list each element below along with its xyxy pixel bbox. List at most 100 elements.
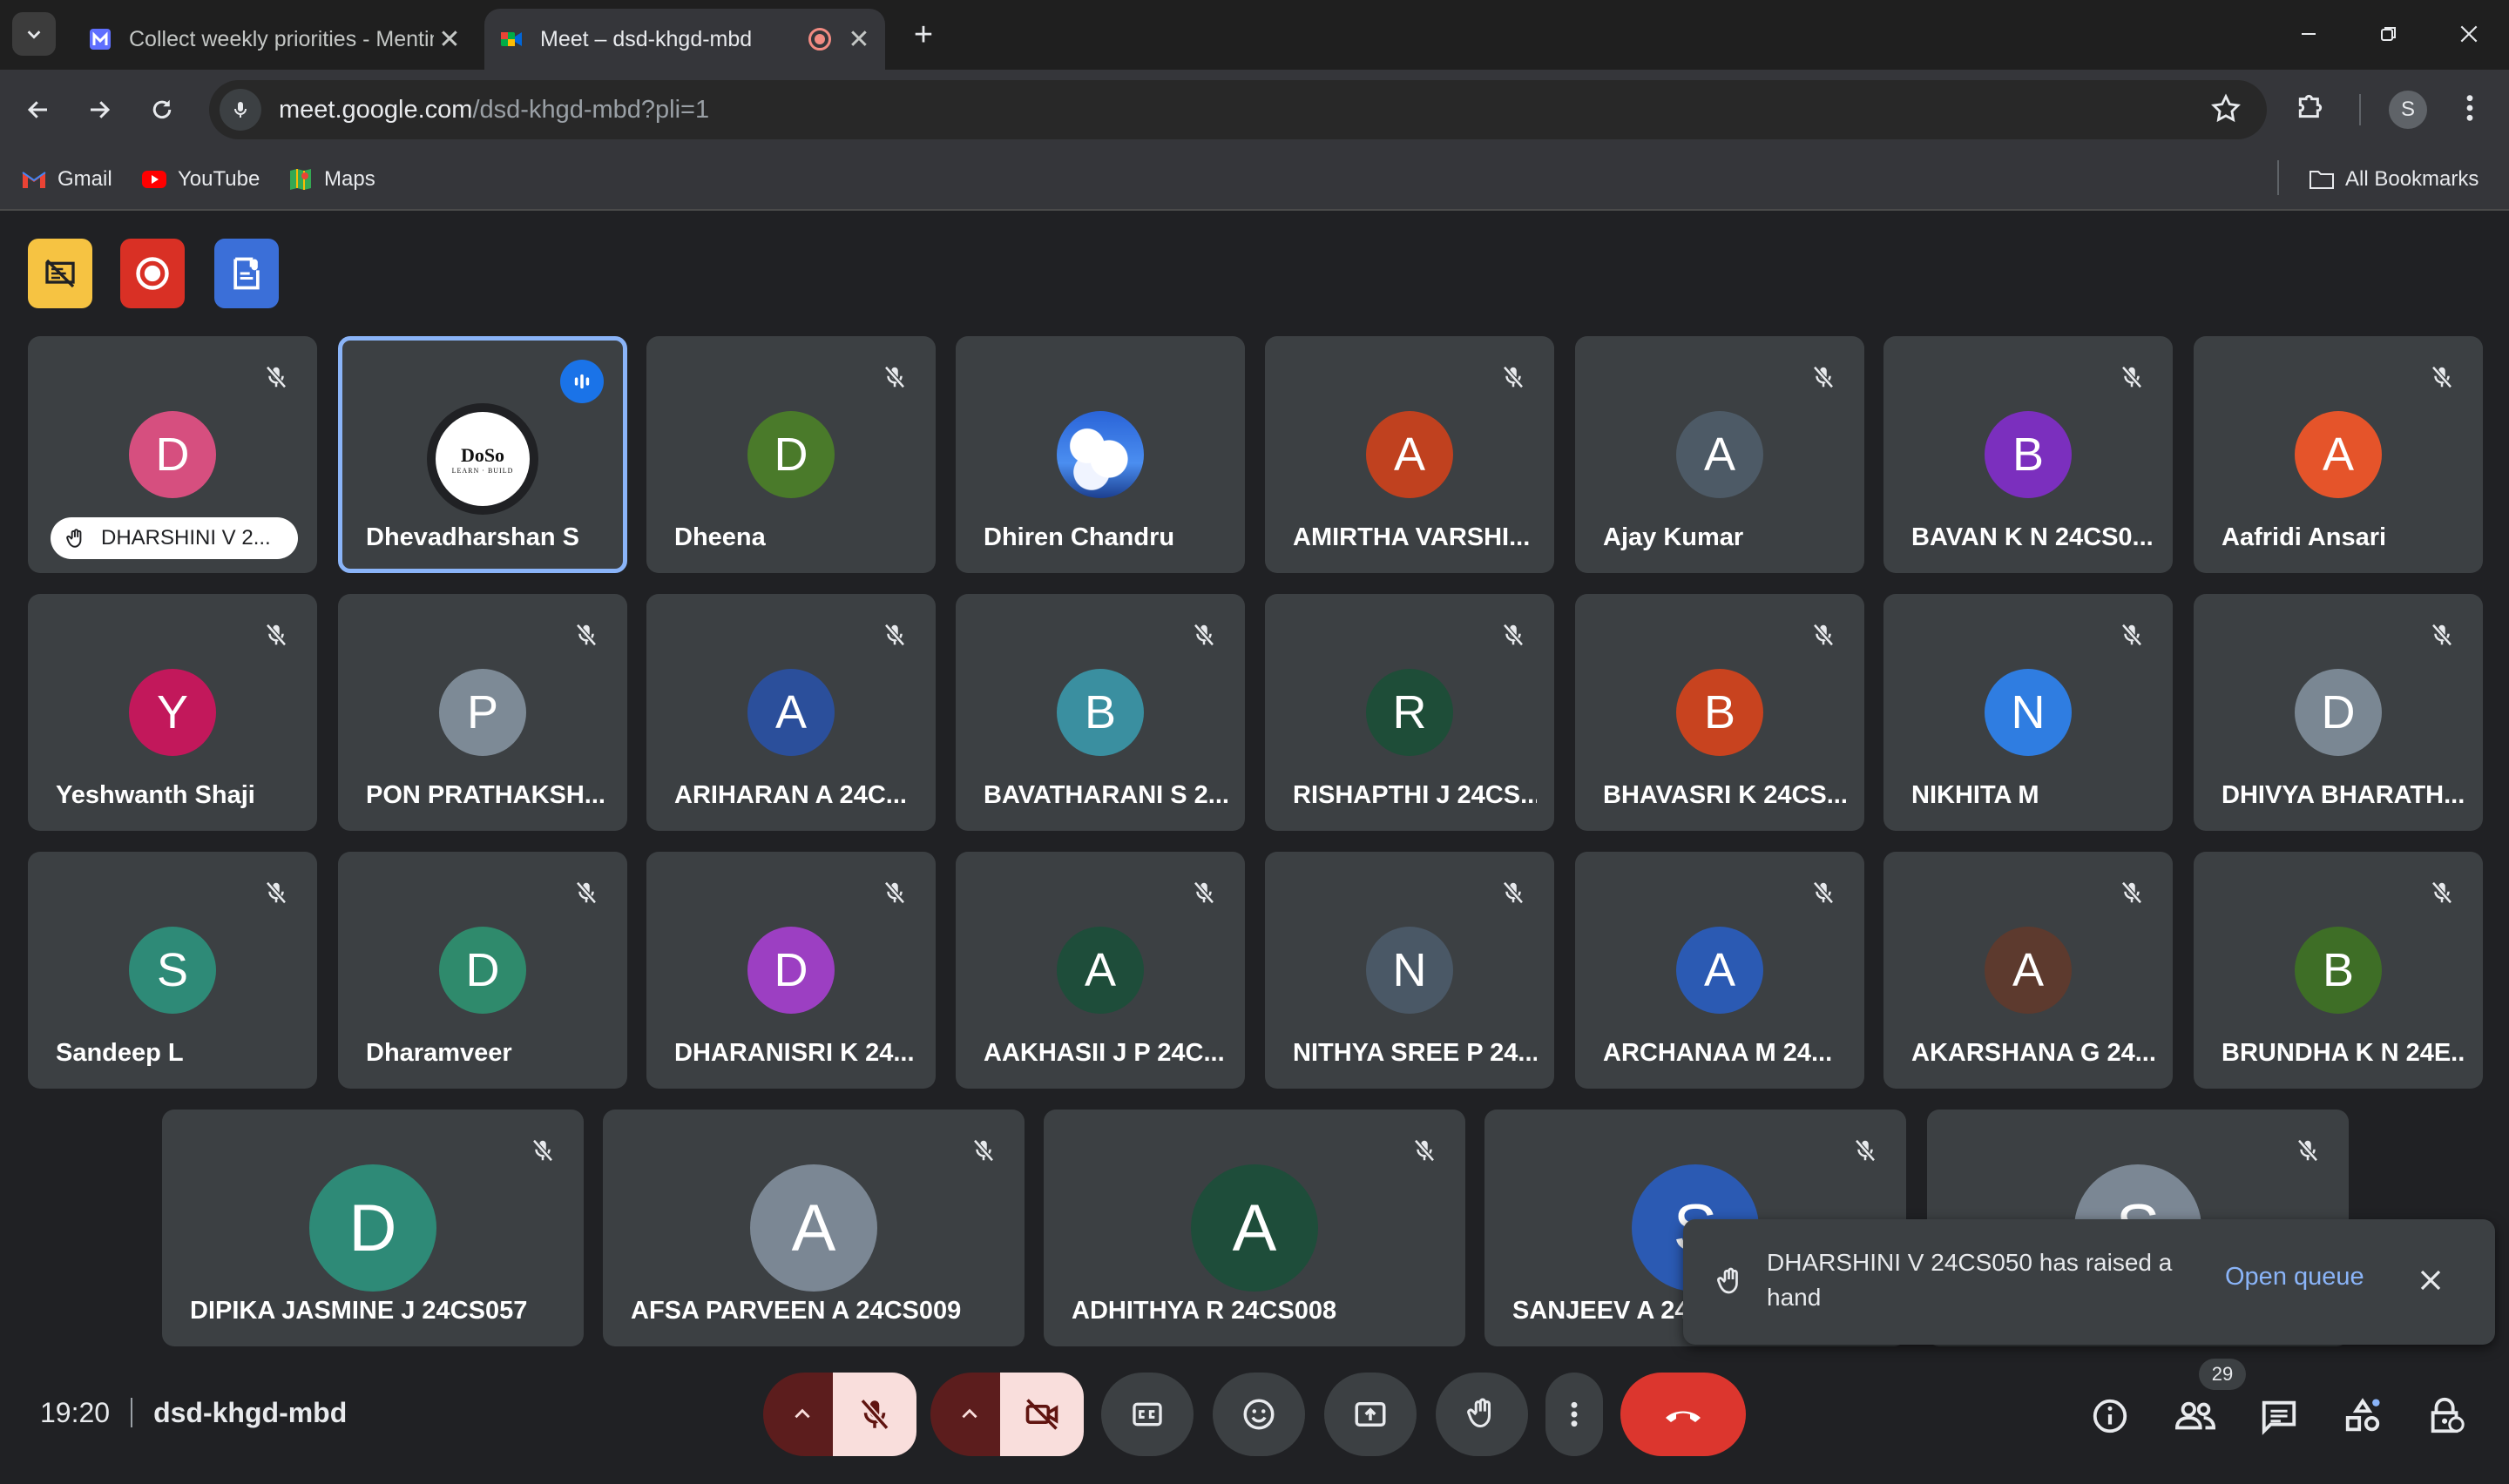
avatar: A bbox=[1985, 927, 2072, 1014]
participant-tile[interactable]: R RISHAPTHI J 24CS... bbox=[1265, 594, 1554, 831]
video-options-button[interactable] bbox=[930, 1373, 1009, 1456]
bookmarks-bar: Gmail YouTube Maps All Bookmarks bbox=[0, 150, 2509, 211]
participant-tile[interactable]: B BHAVASRI K 24CS... bbox=[1575, 594, 1864, 831]
captions-off-indicator[interactable] bbox=[28, 239, 92, 308]
bookmark-gmail[interactable]: Gmail bbox=[21, 162, 112, 197]
bookmark-star-icon[interactable] bbox=[2209, 92, 2242, 130]
participant-name: DHARSHINI V 2... bbox=[101, 526, 271, 550]
microphone-toggle-button[interactable] bbox=[833, 1373, 916, 1456]
browser-toolbar: meet.google.com/dsd-khgd-mbd?pli=1 S bbox=[0, 70, 2509, 150]
extensions-puzzle-icon[interactable] bbox=[2293, 89, 2328, 128]
bookmark-youtube[interactable]: YouTube bbox=[141, 162, 260, 197]
participant-tile[interactable]: D Dharamveer bbox=[338, 852, 627, 1089]
participant-tile[interactable]: N NIKHITA M bbox=[1883, 594, 2173, 831]
forward-button[interactable] bbox=[78, 89, 120, 131]
participant-tile[interactable]: A AKARSHANA G 24... bbox=[1883, 852, 2173, 1089]
minimize-button[interactable] bbox=[2282, 12, 2335, 56]
participant-name: AAKHASII J P 24C... bbox=[984, 1039, 1225, 1067]
reload-button[interactable] bbox=[141, 89, 183, 131]
reactions-button[interactable] bbox=[1213, 1373, 1305, 1456]
participant-tile[interactable]: Dhiren Chandru bbox=[956, 336, 1245, 573]
participant-tile[interactable]: D DHARANISRI K 24... bbox=[646, 852, 936, 1089]
address-bar[interactable]: meet.google.com/dsd-khgd-mbd?pli=1 bbox=[209, 80, 2267, 139]
microphone-icon[interactable] bbox=[220, 89, 261, 131]
chat-button[interactable] bbox=[2253, 1390, 2305, 1442]
profile-avatar[interactable]: S bbox=[2389, 91, 2427, 129]
notification-message: DHARSHINI V 24CS050 has raised a hand bbox=[1767, 1249, 2173, 1311]
close-icon bbox=[2460, 25, 2478, 43]
participant-tile[interactable]: A Aafridi Ansari bbox=[2194, 336, 2483, 573]
dismiss-notification-button[interactable] bbox=[2406, 1256, 2455, 1305]
divider bbox=[131, 1398, 133, 1427]
leave-call-button[interactable] bbox=[1620, 1373, 1746, 1456]
participant-name: DIPIKA JASMINE J 24CS057 bbox=[190, 1297, 528, 1325]
participant-name: AMIRTHA VARSHI... bbox=[1293, 523, 1531, 551]
raise-hand-button[interactable] bbox=[1436, 1373, 1528, 1456]
more-options-button[interactable] bbox=[1545, 1373, 1603, 1456]
participant-tile[interactable]: A ARIHARAN A 24C... bbox=[646, 594, 936, 831]
tab-search-button[interactable] bbox=[12, 12, 56, 56]
participant-name: Aafridi Ansari bbox=[2222, 523, 2387, 551]
new-tab-button[interactable]: + bbox=[906, 17, 941, 53]
recording-indicator[interactable] bbox=[120, 239, 185, 308]
hand-icon bbox=[1714, 1265, 1746, 1304]
participant-tile[interactable]: D DIPIKA JASMINE J 24CS057 bbox=[162, 1110, 584, 1346]
google-meet-icon bbox=[501, 32, 522, 46]
host-controls-button[interactable] bbox=[2420, 1390, 2472, 1442]
participant-tile[interactable]: A AFSA PARVEEN A 24CS009 bbox=[603, 1110, 1025, 1346]
participant-tile[interactable]: Y Yeshwanth Shaji bbox=[28, 594, 317, 831]
close-icon bbox=[2420, 1270, 2441, 1291]
tab-meet[interactable]: Meet – dsd-khgd-mbd ✕ bbox=[484, 9, 885, 70]
camera-toggle-button[interactable] bbox=[1000, 1373, 1084, 1456]
participant-tile[interactable]: D DHIVYA BHARATH... bbox=[2194, 594, 2483, 831]
all-bookmarks-button[interactable]: All Bookmarks bbox=[2309, 162, 2479, 197]
avatar-photo bbox=[1057, 411, 1144, 498]
captions-button[interactable] bbox=[1101, 1373, 1194, 1456]
participant-tile[interactable]: N NITHYA SREE P 24... bbox=[1265, 852, 1554, 1089]
mic-off-icon bbox=[2427, 362, 2457, 392]
hand-icon bbox=[63, 525, 89, 551]
participant-tile[interactable]: B BAVAN K N 24CS0... bbox=[1883, 336, 2173, 573]
people-button[interactable] bbox=[2169, 1390, 2222, 1442]
present-screen-button[interactable] bbox=[1324, 1373, 1417, 1456]
participant-tile[interactable]: A Ajay Kumar bbox=[1575, 336, 1864, 573]
avatar: A bbox=[1676, 411, 1763, 498]
transcript-indicator[interactable] bbox=[214, 239, 279, 308]
mic-off-icon bbox=[2427, 620, 2457, 650]
bookmark-maps[interactable]: Maps bbox=[287, 162, 375, 197]
participant-name: Dhevadharshan S bbox=[366, 523, 579, 551]
participant-tile[interactable]: A AMIRTHA VARSHI... bbox=[1265, 336, 1554, 573]
gmail-icon bbox=[21, 166, 47, 192]
activities-button[interactable] bbox=[2337, 1390, 2389, 1442]
participant-name: BRUNDHA K N 24E... bbox=[2222, 1039, 2465, 1067]
restore-button[interactable] bbox=[2363, 12, 2415, 56]
participant-tile[interactable]: A ADHITHYA R 24CS008 bbox=[1044, 1110, 1465, 1346]
participant-tile[interactable]: P PON PRATHAKSH... bbox=[338, 594, 627, 831]
participant-tile[interactable]: D Dheena bbox=[646, 336, 936, 573]
participant-name: BAVATHARANI S 2... bbox=[984, 781, 1227, 809]
participant-name: NIKHITA M bbox=[1911, 781, 2039, 809]
close-tab-icon[interactable]: ✕ bbox=[434, 24, 465, 55]
mic-off-icon bbox=[2293, 1136, 2323, 1165]
more-vert-icon[interactable] bbox=[2455, 89, 2485, 132]
participant-tile-active-speaker[interactable]: DoSo LEARN · BUILD Dhevadharshan S bbox=[338, 336, 627, 573]
participant-tile[interactable]: B BAVATHARANI S 2... bbox=[956, 594, 1245, 831]
mic-off-icon bbox=[880, 620, 910, 650]
tab-mentimeter[interactable]: Collect weekly priorities - Mentimeter ✕ bbox=[75, 9, 476, 70]
participant-tile[interactable]: B BRUNDHA K N 24E... bbox=[2194, 852, 2483, 1089]
close-tab-icon[interactable]: ✕ bbox=[843, 24, 875, 55]
participant-tile[interactable]: A AAKHASII J P 24C... bbox=[956, 852, 1245, 1089]
close-window-button[interactable] bbox=[2443, 12, 2495, 56]
avatar: P bbox=[439, 669, 526, 756]
open-queue-button[interactable]: Open queue bbox=[2225, 1263, 2364, 1292]
participant-tile[interactable]: S Sandeep L bbox=[28, 852, 317, 1089]
audio-options-button[interactable] bbox=[763, 1373, 842, 1456]
meeting-code[interactable]: dsd-khgd-mbd bbox=[153, 1397, 347, 1429]
participant-tile[interactable]: A ARCHANAA M 24... bbox=[1575, 852, 1864, 1089]
people-icon bbox=[2174, 1401, 2216, 1430]
participant-tile[interactable]: D DHARSHINI V 2... bbox=[28, 336, 317, 573]
url-text[interactable]: meet.google.com/dsd-khgd-mbd?pli=1 bbox=[279, 96, 709, 125]
meeting-details-button[interactable] bbox=[2084, 1390, 2136, 1442]
lock-person-icon bbox=[2431, 1397, 2465, 1433]
back-button[interactable] bbox=[17, 89, 59, 131]
